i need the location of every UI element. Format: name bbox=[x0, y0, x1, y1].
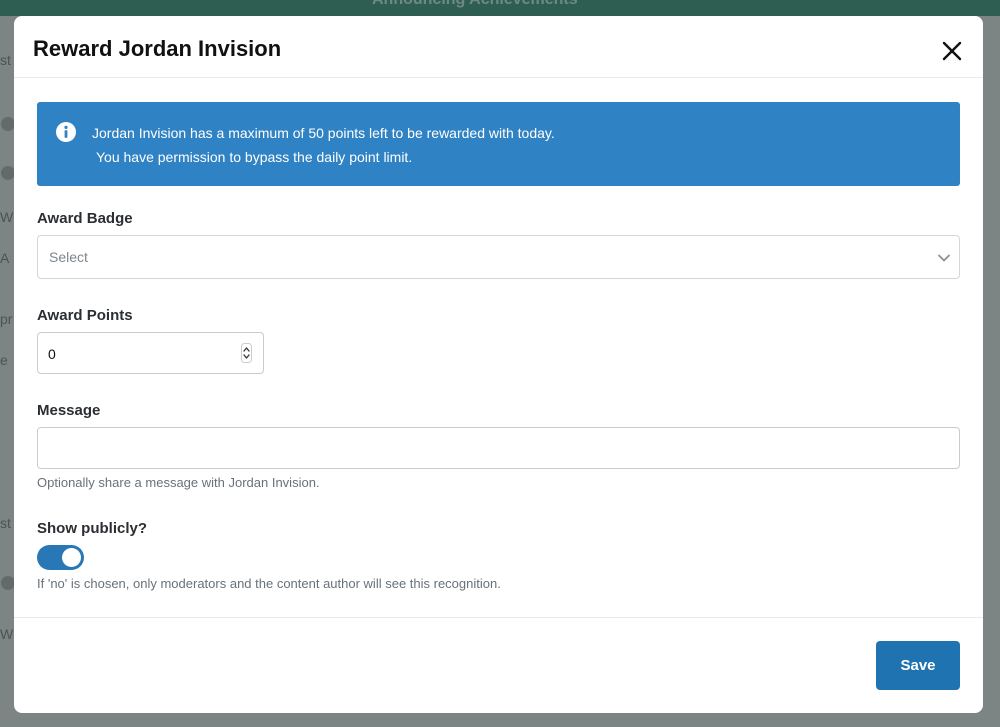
toggle-knob bbox=[62, 548, 81, 567]
show-publicly-label: Show publicly? bbox=[37, 520, 148, 537]
number-spinner-icon[interactable] bbox=[241, 343, 252, 363]
background-text-fragment: pr bbox=[0, 311, 13, 327]
close-button[interactable] bbox=[941, 40, 963, 62]
message-help-text: Optionally share a message with Jordan I… bbox=[37, 475, 320, 490]
background-avatar-icon bbox=[1, 117, 15, 131]
background-avatar-icon bbox=[1, 576, 15, 590]
background-text-fragment: e bbox=[0, 352, 8, 368]
info-alert: Jordan Invision has a maximum of 50 poin… bbox=[37, 102, 960, 186]
reward-modal: Reward Jordan Invision Jordan Invision h… bbox=[14, 16, 983, 713]
background-avatar-icon bbox=[1, 166, 15, 180]
close-icon bbox=[942, 41, 962, 61]
alert-message-permission: You have permission to bypass the daily … bbox=[96, 149, 413, 165]
award-points-input[interactable]: 0 bbox=[37, 332, 264, 374]
background-header: Announcing Achievements bbox=[0, 0, 1000, 16]
background-text-fragment: W bbox=[0, 209, 14, 225]
save-button[interactable]: Save bbox=[876, 641, 960, 690]
background-text-fragment: st bbox=[0, 52, 11, 68]
alert-message-limit: Jordan Invision has a maximum of 50 poin… bbox=[92, 125, 555, 141]
show-publicly-help-text: If 'no' is chosen, only moderators and t… bbox=[37, 576, 501, 591]
message-input[interactable] bbox=[37, 427, 960, 469]
background-text-fragment: W bbox=[0, 626, 14, 642]
footer-divider bbox=[14, 617, 983, 618]
award-badge-label: Award Badge bbox=[37, 210, 133, 227]
show-publicly-toggle[interactable] bbox=[37, 545, 84, 570]
award-points-label: Award Points bbox=[37, 307, 133, 324]
chevron-down-icon bbox=[938, 254, 950, 262]
award-badge-select-value: Select bbox=[49, 249, 88, 265]
award-points-value: 0 bbox=[48, 346, 56, 362]
background-text-fragment: st bbox=[0, 515, 11, 531]
modal-title: Reward Jordan Invision bbox=[33, 36, 282, 61]
background-header-text: Announcing Achievements bbox=[372, 0, 578, 9]
message-label: Message bbox=[37, 402, 101, 419]
modal-header: Reward Jordan Invision bbox=[14, 16, 983, 78]
info-circle-icon bbox=[56, 122, 76, 142]
award-badge-select[interactable]: Select bbox=[37, 235, 960, 279]
background-text-fragment: A bbox=[0, 250, 10, 266]
